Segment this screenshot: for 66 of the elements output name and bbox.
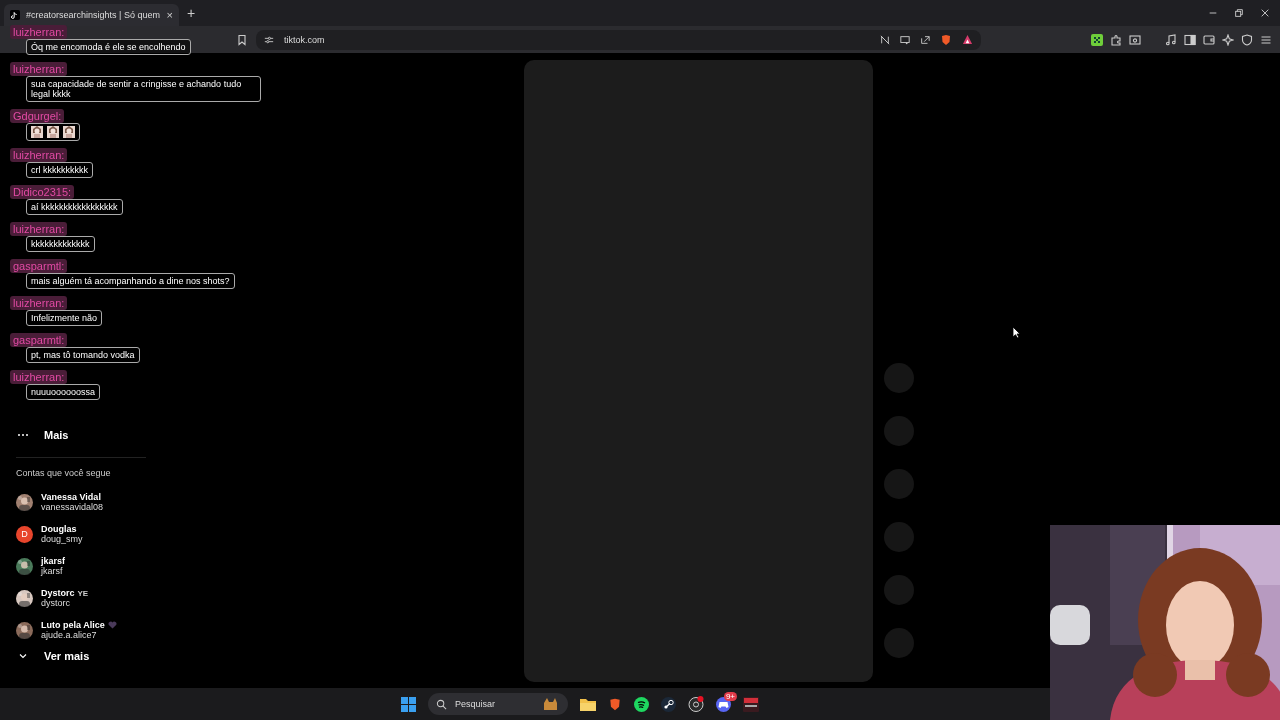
chat-message: kkkkkkkkkkkkk xyxy=(26,236,95,252)
chat-username: Didico2315: xyxy=(10,185,75,199)
cat-icon xyxy=(542,697,560,711)
account-name[interactable]: jkarsf xyxy=(41,556,66,566)
name-suffix: YE xyxy=(77,588,89,598)
share-icon[interactable] xyxy=(920,34,930,45)
search-icon xyxy=(436,698,447,710)
account-name[interactable]: Douglas xyxy=(41,524,77,534)
sound-waves-icon[interactable] xyxy=(634,696,649,712)
account-handle: dystorc xyxy=(41,598,71,608)
bookmark-icon[interactable] xyxy=(236,33,248,46)
chat-username: luizherran: xyxy=(10,370,68,384)
address-bar[interactable]: tiktok.com xyxy=(256,29,981,50)
new-tab-button[interactable]: + xyxy=(187,5,196,21)
account-handle: jkarsf xyxy=(41,566,64,576)
avatar-letter: D xyxy=(16,525,33,543)
more-link[interactable]: Mais xyxy=(44,429,69,441)
chat-message: crl kkkkkkkkkk xyxy=(26,162,93,178)
restore-icon[interactable] xyxy=(1234,8,1244,18)
see-more-button[interactable]: Ver mais xyxy=(16,650,270,662)
windows-icon[interactable] xyxy=(401,696,416,712)
heart-icon xyxy=(107,621,117,629)
record-icon[interactable] xyxy=(688,696,704,712)
chat-message: Óq me encomoda é ele se encolhendo xyxy=(26,39,191,55)
account-handle: ajude.a.alice7 xyxy=(41,630,98,640)
notification-badge: 9+ xyxy=(723,691,737,701)
account-handle: vanessavidal08 xyxy=(41,502,104,512)
chat-username: luizherran: xyxy=(10,222,68,236)
puzzle-icon[interactable] xyxy=(1110,33,1122,46)
wallet-icon[interactable] xyxy=(1203,33,1215,46)
triangle-icon[interactable] xyxy=(962,34,973,45)
tab-title: #creatorsearchinsights | Só quem xyxy=(26,10,161,20)
browser-tab[interactable]: #creatorsearchinsights | Só quem × xyxy=(4,4,179,26)
sparkle-icon[interactable] xyxy=(1222,33,1234,46)
account-name[interactable]: Vanessa Vidal xyxy=(41,492,101,502)
chat-username: luizherran: xyxy=(10,25,68,39)
app-icon[interactable] xyxy=(743,696,759,712)
close-tab-button[interactable]: × xyxy=(166,9,173,21)
chat-username: luizherran: xyxy=(10,62,68,76)
music-note-icon xyxy=(10,10,20,20)
menu-icon[interactable] xyxy=(1260,33,1272,46)
search-field[interactable]: Pesquisar xyxy=(428,693,568,715)
screenshot-icon[interactable] xyxy=(1129,33,1141,46)
chat-username: luizherran: xyxy=(10,296,68,310)
chat-username: gasparmtl: xyxy=(10,259,68,273)
tune-icon xyxy=(264,34,274,45)
chat-message: pt, mas tô tomando vodka xyxy=(26,347,140,363)
extension-icon[interactable] xyxy=(1091,33,1103,46)
close-icon[interactable] xyxy=(1260,8,1270,18)
folder-icon[interactable] xyxy=(580,697,596,711)
account-name[interactable]: Dystorc xyxy=(41,588,75,598)
chat-username: luizherran: xyxy=(10,148,68,162)
chat-message: sua capacidade de sentir a cringisse e achando tudo legal kkkk xyxy=(26,76,261,102)
music-icon[interactable] xyxy=(1165,33,1177,46)
chat-message: Infelizmente não xyxy=(26,310,103,326)
chat-message: aí kkkkkkkkkkkkkkkkk xyxy=(26,199,123,215)
chat-username: gasparmtl: xyxy=(10,333,68,347)
chat-username: Gdgurgel: xyxy=(10,109,65,123)
account-handle: doug_smy xyxy=(41,534,83,544)
account-name[interactable]: Luto pela Alice xyxy=(41,620,105,630)
shield-icon[interactable] xyxy=(1241,33,1253,46)
sidebar-icon[interactable] xyxy=(1184,33,1196,46)
chat-message: nuuuoooooossa xyxy=(26,384,101,400)
chat-message: mais alguém tá acompanhando a dine nos shots? xyxy=(26,273,235,289)
cursor-icon xyxy=(1012,326,1021,339)
section-title: Contas que você segue xyxy=(16,468,112,478)
